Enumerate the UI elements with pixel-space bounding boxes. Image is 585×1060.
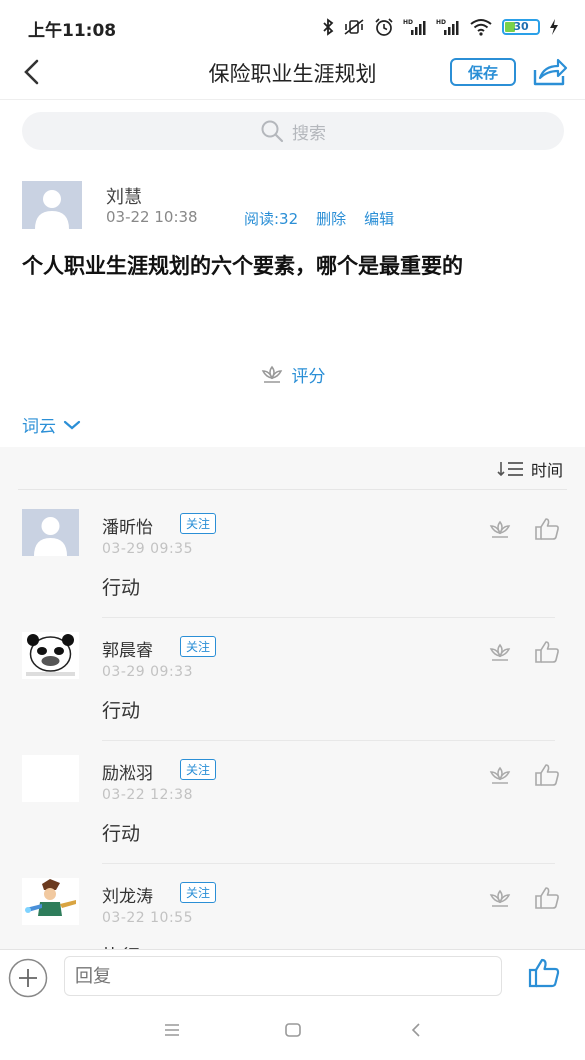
default-avatar-icon xyxy=(22,181,82,229)
comment-text: 执行 xyxy=(102,942,140,949)
author-name[interactable]: 刘慧 xyxy=(106,183,142,209)
author-avatar[interactable] xyxy=(22,181,82,229)
comment-text: 行动 xyxy=(102,700,141,722)
save-button[interactable]: 保存 xyxy=(450,58,516,86)
follow-button[interactable]: 关注 xyxy=(180,513,217,534)
reply-input[interactable] xyxy=(64,956,502,996)
thumbs-up-icon[interactable] xyxy=(534,640,560,664)
avatar[interactable] xyxy=(22,755,79,802)
thumbs-up-icon[interactable] xyxy=(534,886,560,910)
sort-button[interactable]: 时间 xyxy=(497,457,563,481)
bluetooth-icon xyxy=(323,18,334,36)
reply-bar xyxy=(0,949,585,1003)
plus-icon xyxy=(8,958,48,998)
comment-item: 励淞羽 关注 03-22 12:38 行动 xyxy=(0,741,585,864)
signal-hd-1-icon: HD xyxy=(403,19,426,35)
flower-icon[interactable] xyxy=(488,765,512,787)
avatar[interactable] xyxy=(22,632,79,679)
read-count[interactable]: 阅读:32 xyxy=(244,208,298,229)
blank-avatar-icon xyxy=(22,755,79,802)
comment-item: 郭晨睿 关注 03-29 09:33 行动 xyxy=(0,618,585,741)
sort-icon xyxy=(497,462,523,477)
flower-icon[interactable] xyxy=(488,642,512,664)
commenter-name[interactable]: 刘龙涛 xyxy=(102,882,153,907)
divider xyxy=(18,489,567,490)
sort-label: 时间 xyxy=(530,461,563,480)
flower-icon[interactable] xyxy=(488,519,512,541)
status-time: 上午11:08 xyxy=(28,21,117,41)
search-icon xyxy=(261,120,284,143)
follow-button[interactable]: 关注 xyxy=(180,882,217,903)
comment-text: 行动 xyxy=(102,823,141,845)
commenter-name[interactable]: 潘昕怡 xyxy=(102,513,153,538)
edit-link[interactable]: 编辑 xyxy=(364,208,394,229)
chevron-down-icon xyxy=(63,420,81,429)
delete-link[interactable]: 删除 xyxy=(316,208,346,229)
post-time: 03-22 10:38 xyxy=(106,208,198,226)
svg-text:HD: HD xyxy=(436,19,446,26)
thumbs-up-icon[interactable] xyxy=(534,517,560,541)
comments-list[interactable]: 时间 潘昕怡 关注 03-29 09:35 行动 郭晨睿 关注 03-29 09… xyxy=(0,447,585,949)
add-attachment-button[interactable] xyxy=(8,958,48,998)
battery-percent: 30 xyxy=(513,20,529,33)
nav-bar: 保险职业生涯规划 保存 xyxy=(0,44,585,100)
thumbs-up-icon[interactable] xyxy=(534,763,560,787)
wordcloud-label: 词云 xyxy=(22,417,56,437)
charging-icon xyxy=(550,19,558,35)
post-meta: 03-22 10:38 阅读:32 删除 编辑 xyxy=(106,208,412,229)
share-icon xyxy=(533,58,568,86)
panda-meme-avatar-icon xyxy=(22,632,79,679)
home-icon[interactable] xyxy=(283,1020,303,1040)
vibrate-off-icon xyxy=(344,19,364,35)
battery-icon: 30 xyxy=(502,19,540,35)
status-icons: HD HD 30 xyxy=(322,14,559,40)
rate-label: 评分 xyxy=(291,367,326,387)
flower-icon[interactable] xyxy=(488,888,512,910)
commenter-name[interactable]: 励淞羽 xyxy=(102,759,153,784)
svg-text:HD: HD xyxy=(403,19,413,26)
menu-icon[interactable] xyxy=(162,1020,182,1040)
default-avatar-icon xyxy=(22,509,79,556)
comment-item: 潘昕怡 关注 03-29 09:35 行动 xyxy=(0,495,585,618)
comment-time: 03-22 12:38 xyxy=(102,787,193,803)
alarm-icon xyxy=(375,18,393,36)
comment-item: 刘龙涛 关注 03-22 10:55 执行 xyxy=(0,864,585,949)
wifi-icon xyxy=(470,19,492,36)
comment-time: 03-29 09:35 xyxy=(102,541,193,557)
system-nav-bar xyxy=(0,1003,585,1060)
search-placeholder: 搜索 xyxy=(292,123,326,144)
wordcloud-toggle[interactable]: 词云 xyxy=(22,412,82,437)
search-input[interactable]: 搜索 xyxy=(22,112,564,150)
rate-button[interactable]: 评分 xyxy=(0,362,585,387)
thumbs-up-icon[interactable] xyxy=(528,958,560,988)
signal-hd-2-icon: HD xyxy=(436,19,459,35)
comment-time: 03-22 10:55 xyxy=(102,910,193,926)
follow-button[interactable]: 关注 xyxy=(180,636,217,657)
commenter-name[interactable]: 郭晨睿 xyxy=(102,636,153,661)
comment-text: 行动 xyxy=(102,577,141,599)
comment-time: 03-29 09:33 xyxy=(102,664,193,680)
avatar[interactable] xyxy=(22,509,79,556)
follow-button[interactable]: 关注 xyxy=(180,759,217,780)
game-character-avatar-icon xyxy=(22,878,79,925)
flower-icon xyxy=(261,365,282,383)
post-title: 个人职业生涯规划的六个要素，哪个是最重要的 xyxy=(22,254,463,278)
share-button[interactable] xyxy=(532,56,568,88)
back-icon[interactable] xyxy=(406,1020,426,1040)
avatar[interactable] xyxy=(22,878,79,925)
